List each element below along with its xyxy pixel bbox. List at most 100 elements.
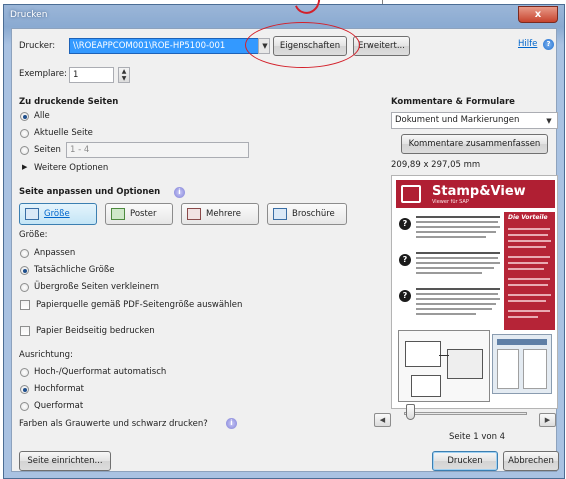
preview-side-line <box>508 228 550 230</box>
radio-portrait[interactable] <box>20 385 29 394</box>
next-page-button[interactable]: ▶ <box>539 413 556 427</box>
summarize-comments-button[interactable]: Kommentare zusammenfassen <box>401 134 548 154</box>
preview-diagram <box>398 330 490 402</box>
highlight-circle <box>245 22 360 68</box>
advanced-button[interactable]: Erweitert... <box>353 36 410 56</box>
radio-current-page-label: Aktuelle Seite <box>34 128 93 138</box>
preview-side-title: Die Vorteile <box>508 214 548 221</box>
radio-fit-label: Anpassen <box>34 248 76 258</box>
preview-text-line <box>416 236 486 238</box>
help-icon[interactable]: ? <box>543 39 554 50</box>
radio-landscape[interactable] <box>20 402 29 411</box>
duplex-checkbox[interactable] <box>20 326 30 336</box>
radio-actual-size-label: Tatsächliche Größe <box>34 265 115 275</box>
preview-text-line <box>416 221 498 223</box>
page-setup-button[interactable]: Seite einrichten... <box>19 451 111 471</box>
preview-text-line <box>416 267 494 269</box>
preview-side-line <box>508 278 550 280</box>
comments-select-value: Dokument und Markierungen <box>395 115 520 125</box>
preview-side-line <box>508 262 548 264</box>
help-link[interactable]: Hilfe <box>518 39 537 49</box>
window-title: Drucken <box>10 10 48 20</box>
tab-size[interactable]: Größe <box>19 203 97 225</box>
radio-fit[interactable] <box>20 249 29 258</box>
print-preview: Stamp&View Viewer für SAP ? ? ? Die Vort <box>391 175 558 409</box>
print-dialog: Drucken x Drucker: \\ROEAPPCOM001\ROE-HP… <box>3 4 565 479</box>
printer-value: \\ROEAPPCOM001\ROE-HP5100-001 <box>73 41 226 51</box>
radio-orientation-auto[interactable] <box>20 368 29 377</box>
preview-screenshot-bar <box>497 339 547 345</box>
pages-range-value: 1 - 4 <box>70 145 90 155</box>
preview-side-line <box>508 316 538 318</box>
tab-size-label: Größe <box>44 209 70 219</box>
tab-poster[interactable]: Poster <box>105 203 173 225</box>
preview-question-icon: ? <box>399 254 411 266</box>
multiple-pages-icon <box>187 208 201 220</box>
copies-input[interactable]: 1 <box>69 67 114 83</box>
preview-side-line <box>508 240 551 242</box>
size-icon <box>25 208 39 220</box>
preview-screenshot-panel <box>523 349 547 389</box>
print-button[interactable]: Drucken <box>432 451 498 471</box>
preview-diagram-box <box>405 341 441 367</box>
preview-text-line <box>416 313 476 315</box>
printer-select[interactable]: \\ROEAPPCOM001\ROE-HP5100-001 <box>69 38 259 54</box>
expand-triangle-icon[interactable]: ▶ <box>22 163 27 171</box>
preview-banner: Stamp&View Viewer für SAP <box>396 180 555 208</box>
preview-side-line <box>508 300 546 302</box>
preview-screenshot-panel <box>497 349 519 389</box>
size-label: Größe: <box>19 230 48 240</box>
preview-connector <box>439 355 449 356</box>
preview-question-icon: ? <box>399 290 411 302</box>
radio-portrait-label: Hochformat <box>34 384 85 394</box>
preview-text-line <box>416 288 500 290</box>
close-button[interactable]: x <box>518 6 558 23</box>
preview-text-line <box>416 257 498 259</box>
radio-actual-size[interactable] <box>20 266 29 275</box>
pages-range-input[interactable]: 1 - 4 <box>66 142 249 158</box>
tab-booklet-label: Broschüre <box>292 209 335 219</box>
radio-pages-label: Seiten <box>34 145 61 155</box>
preview-side-line <box>508 294 551 296</box>
preview-side-line <box>508 234 548 236</box>
page-slider-thumb[interactable] <box>406 404 415 420</box>
cancel-button[interactable]: Abbrechen <box>503 451 559 471</box>
preview-text-line <box>416 303 496 305</box>
radio-pages[interactable] <box>20 146 29 155</box>
paper-source-checkbox[interactable] <box>20 300 30 310</box>
orientation-label: Ausrichtung: <box>19 350 73 360</box>
pages-to-print-heading: Zu druckende Seiten <box>19 97 119 107</box>
preview-diagram-box <box>447 349 483 379</box>
tab-poster-label: Poster <box>130 209 157 219</box>
radio-shrink-oversized[interactable] <box>20 283 29 292</box>
comments-select[interactable]: Dokument und Markierungen ▼ <box>391 112 558 129</box>
copies-stepper[interactable]: ▲ ▼ <box>118 67 130 83</box>
dialog-body: Drucker: \\ROEAPPCOM001\ROE-HP5100-001 ▼… <box>11 22 559 472</box>
info-icon[interactable]: i <box>174 187 185 198</box>
more-options-toggle[interactable]: Weitere Optionen <box>34 163 108 173</box>
radio-all-label: Alle <box>34 111 50 121</box>
preview-text-line <box>416 231 496 233</box>
paper-source-label: Papierquelle gemäß PDF-Seitengröße auswä… <box>36 300 243 310</box>
previous-page-button[interactable]: ◀ <box>374 413 391 427</box>
preview-side-line <box>508 268 544 270</box>
tab-booklet[interactable]: Broschüre <box>267 203 347 225</box>
page-sizing-tabs: Größe Poster Mehrere Broschüre <box>19 203 359 225</box>
radio-landscape-label: Querformat <box>34 401 84 411</box>
preview-side-line <box>508 310 550 312</box>
page-slider[interactable] <box>404 412 527 415</box>
radio-current-page[interactable] <box>20 129 29 138</box>
radio-shrink-oversized-label: Übergroße Seiten verkleinern <box>34 282 159 292</box>
preview-side-line <box>508 284 548 286</box>
radio-orientation-auto-label: Hoch-/Querformat automatisch <box>34 367 167 377</box>
grayscale-info-icon[interactable]: i <box>226 418 237 429</box>
preview-text-line <box>416 216 500 218</box>
preview-question-icon: ? <box>399 218 411 230</box>
tab-multiple[interactable]: Mehrere <box>181 203 259 225</box>
preview-logo-text: Stamp&View <box>432 184 526 199</box>
duplex-label: Papier Beidseitig bedrucken <box>36 326 155 336</box>
radio-all[interactable] <box>20 112 29 121</box>
preview-logo-icon <box>401 185 421 203</box>
page-sizing-heading: Seite anpassen und Optionen <box>19 187 161 197</box>
grayscale-label: Farben als Grauwerte und schwarz drucken… <box>19 419 208 429</box>
